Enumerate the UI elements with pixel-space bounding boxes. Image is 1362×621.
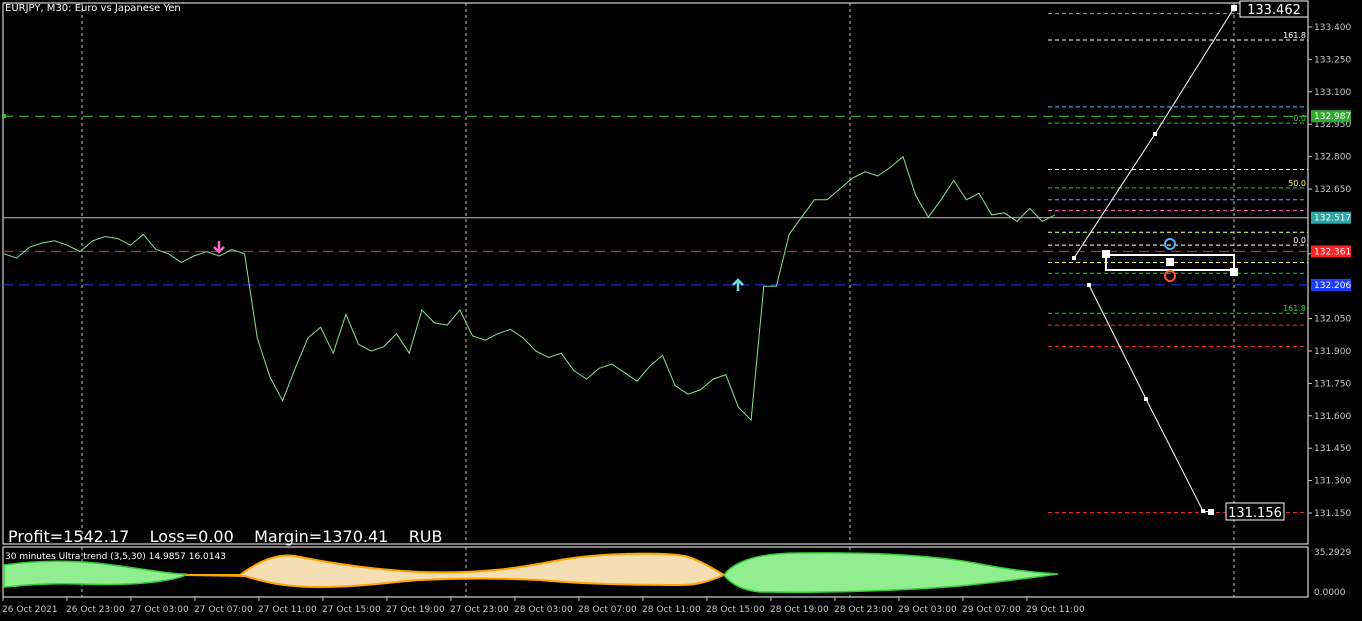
price-axis-label: 131.150 (1314, 509, 1351, 519)
time-axis-label: 29 Oct 07:00 (962, 605, 1021, 615)
time-axis-label: 28 Oct 07:00 (578, 605, 637, 615)
level-marker (2, 114, 6, 119)
time-axis-label: 29 Oct 03:00 (898, 605, 957, 615)
projection-anchor[interactable] (1144, 397, 1148, 401)
time-axis-label: 26 Oct 23:00 (66, 605, 125, 615)
order-handle[interactable] (1230, 268, 1238, 276)
time-axis-label: 27 Oct 15:00 (322, 605, 381, 615)
order-handle[interactable] (1166, 258, 1174, 266)
time-axis-label: 28 Oct 03:00 (514, 605, 573, 615)
price-axis-label: 133.250 (1314, 55, 1351, 65)
indicator-ribbon-green (3, 560, 187, 588)
fibo-label: 0.0 (1293, 114, 1306, 123)
time-axis-label: 27 Oct 11:00 (258, 605, 317, 615)
time-axis-label: 26 Oct 2021 (2, 605, 58, 615)
margin-value: Margin=1370.41 (254, 527, 389, 546)
pink-down-arrow-icon (213, 241, 225, 254)
sell-order-icon[interactable] (1164, 270, 1176, 282)
time-axis-label: 27 Oct 07:00 (194, 605, 253, 615)
time-axis-label: 28 Oct 19:00 (770, 605, 829, 615)
price-axis-label: 131.600 (1314, 412, 1351, 422)
price-axis-label: 133.100 (1314, 88, 1351, 98)
price-badge-label: 132.517 (1314, 214, 1351, 224)
price-axis-label: 131.900 (1314, 347, 1351, 357)
projection-down-line[interactable] (1088, 284, 1212, 513)
indicator-title: 30 minutes Ultra trend (3,5,30) 14.9857 … (5, 552, 226, 562)
price-axis-label: 132.050 (1314, 315, 1351, 325)
time-axis-label: 28 Oct 23:00 (834, 605, 893, 615)
price-badge-label: 132.987 (1314, 112, 1351, 122)
price-line (3, 155, 1056, 422)
price-axis-label: 131.450 (1314, 444, 1351, 454)
price-axis-label: 131.750 (1314, 379, 1351, 389)
projection-anchor[interactable] (1208, 509, 1214, 515)
time-axis-label: 28 Oct 15:00 (706, 605, 765, 615)
time-axis-label: 27 Oct 23:00 (450, 605, 509, 615)
time-axis-label: 28 Oct 11:00 (642, 605, 701, 615)
account-stats: Profit=1542.17 Loss=0.00 Margin=1370.41 … (8, 527, 443, 546)
fibo-label: 161.8 (1283, 304, 1306, 313)
price-axis-label: 133.400 (1314, 23, 1351, 33)
price-axis-label: 132.800 (1314, 153, 1351, 163)
projection-anchor[interactable] (1201, 509, 1205, 513)
indicator-axis-min: 0.0000 (1314, 588, 1346, 598)
price-badge-label: 132.206 (1314, 281, 1351, 291)
projection-anchor[interactable] (1231, 5, 1237, 11)
time-axis-label: 27 Oct 03:00 (130, 605, 189, 615)
projection-anchor[interactable] (1072, 256, 1076, 260)
cyan-up-arrow-icon (732, 278, 744, 291)
fibo-label: 50.0 (1288, 179, 1306, 188)
projection-anchor[interactable] (1153, 132, 1157, 136)
projection-low-label: 131.156 (1228, 506, 1282, 521)
price-axis-label: 132.650 (1314, 185, 1351, 195)
profit-value: Profit=1542.17 (8, 527, 130, 546)
fibo-label: 0.0 (1293, 236, 1306, 245)
price-badge-label: 132.361 (1314, 247, 1351, 257)
time-axis-label: 27 Oct 19:00 (386, 605, 445, 615)
time-axis-label: 29 Oct 11:00 (1026, 605, 1085, 615)
projection-anchor[interactable] (1087, 283, 1091, 287)
indicator-axis-max: 35.2929 (1314, 548, 1351, 558)
indicator-ribbon-orange (185, 552, 727, 589)
price-axis-label: 131.300 (1314, 477, 1351, 487)
projection-high-label: 133.462 (1247, 3, 1301, 18)
order-handle[interactable] (1102, 250, 1110, 258)
fibo-label: 161.8 (1283, 31, 1306, 40)
indicator-ribbon-green (723, 552, 1059, 593)
buy-order-icon[interactable] (1164, 238, 1176, 250)
loss-value: Loss=0.00 (149, 527, 234, 546)
currency-label: RUB (408, 527, 443, 546)
